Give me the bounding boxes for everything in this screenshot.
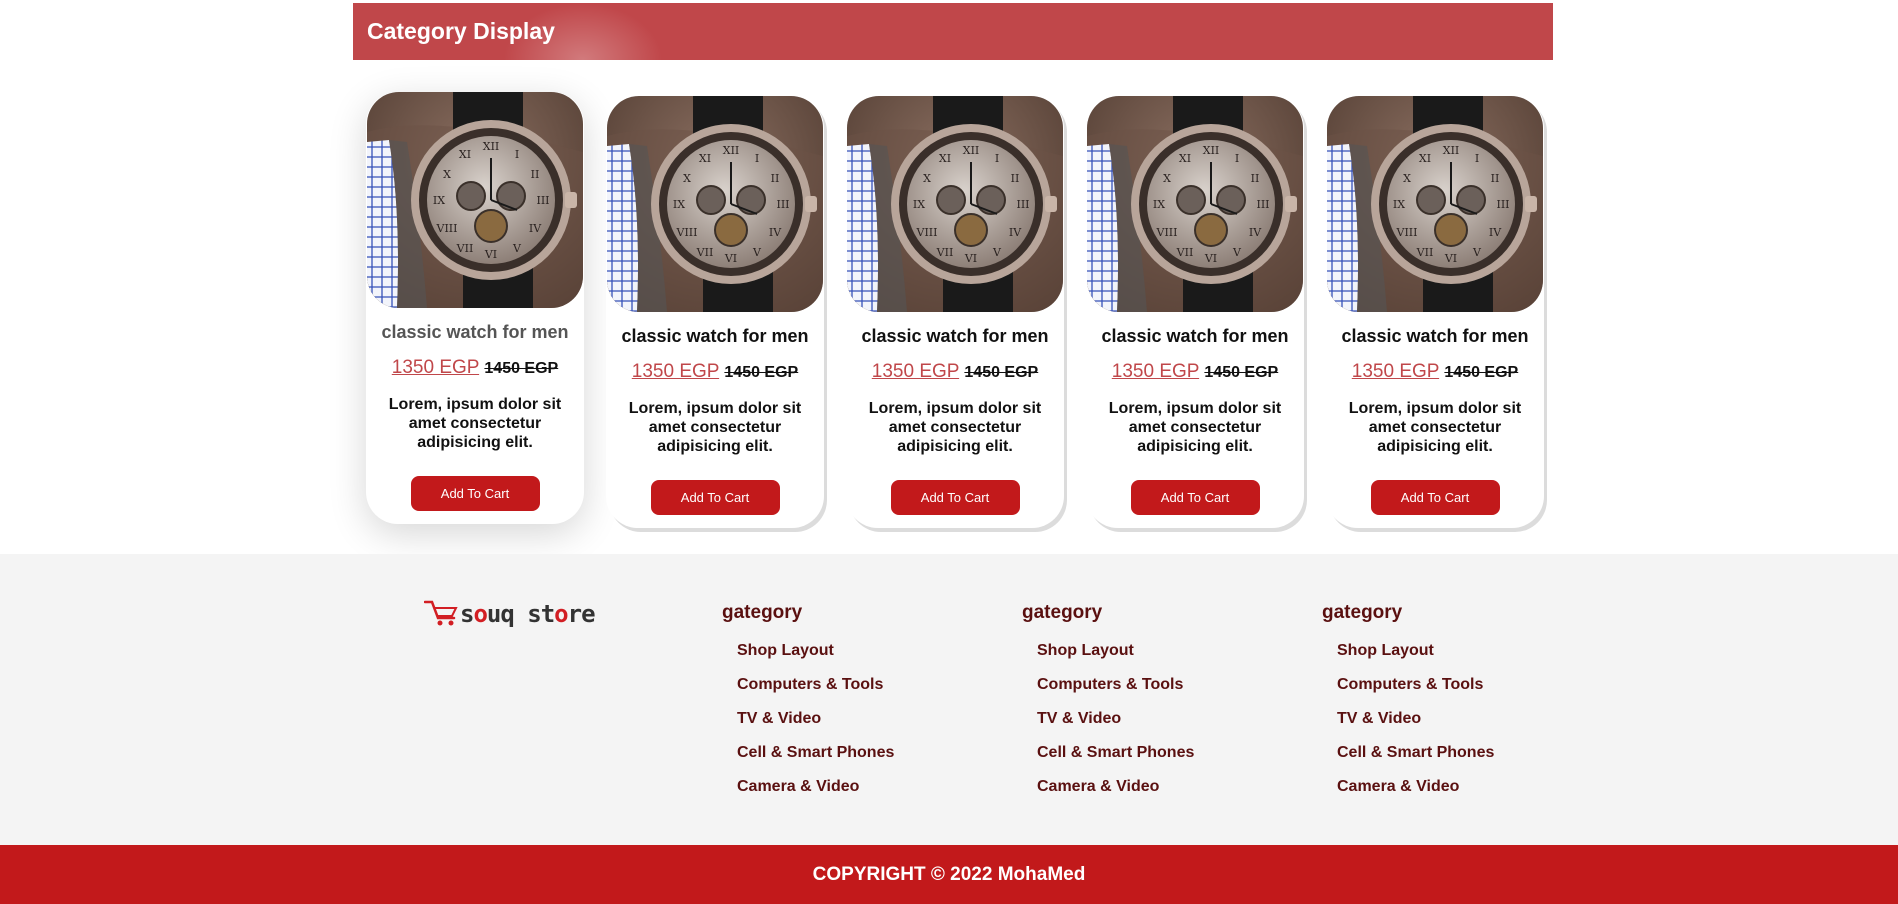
site-logo[interactable]: souq store: [424, 598, 596, 628]
product-card[interactable]: classic watch for men 1350 EGP 1450 EGP …: [846, 96, 1064, 528]
product-name: classic watch for men: [381, 322, 569, 342]
footer-column-heading: gategory: [722, 602, 803, 623]
product-old-price: 1450 EGP: [964, 364, 1039, 381]
price-row: 1350 EGP 1450 EGP: [366, 357, 584, 379]
product-price: 1350 EGP: [871, 361, 960, 382]
product-old-price: 1450 EGP: [1204, 364, 1279, 381]
copyright-bar: COPYRIGHT © 2022 MohaMed: [0, 845, 1898, 904]
shopping-cart-icon: [424, 600, 458, 626]
product-card[interactable]: classic watch for men 1350 EGP 1450 EGP …: [606, 96, 824, 528]
footer-link[interactable]: Cell & Smart Phones: [1337, 736, 1494, 770]
footer-column-heading: gategory: [1322, 602, 1403, 623]
logo-text: souq store: [460, 600, 596, 628]
footer-link-list: Shop Layout Computers & Tools TV & Video…: [1022, 634, 1194, 804]
page: Category Display classic watch for men 1…: [0, 0, 1898, 904]
product-price: 1350 EGP: [391, 357, 480, 378]
add-to-cart-button[interactable]: Add To Cart: [1130, 480, 1260, 515]
product-price: 1350 EGP: [631, 361, 720, 382]
product-image: [1087, 96, 1303, 312]
product-image: [1327, 96, 1543, 312]
product-card[interactable]: classic watch for men 1350 EGP 1450 EGP …: [366, 92, 584, 524]
footer-link[interactable]: Shop Layout: [737, 634, 894, 668]
category-header: Category Display: [353, 3, 1553, 60]
product-image: [847, 96, 1063, 312]
add-to-cart-button[interactable]: Add To Cart: [1370, 480, 1500, 515]
product-card[interactable]: classic watch for men 1350 EGP 1450 EGP …: [1326, 96, 1544, 528]
footer-link[interactable]: Camera & Video: [1337, 770, 1494, 804]
footer-link[interactable]: Computers & Tools: [1037, 668, 1194, 702]
product-description: Lorem, ipsum dolor sit amet consectetur …: [388, 396, 562, 451]
add-to-cart-button[interactable]: Add To Cart: [890, 480, 1020, 515]
add-to-cart-button[interactable]: Add To Cart: [650, 480, 780, 515]
footer-column-heading: gategory: [1022, 602, 1103, 623]
footer-column: gategory Shop Layout Computers & Tools T…: [722, 602, 894, 804]
product-price: 1350 EGP: [1111, 361, 1200, 382]
footer-column: gategory Shop Layout Computers & Tools T…: [1022, 602, 1194, 804]
footer-link[interactable]: Camera & Video: [1037, 770, 1194, 804]
product-image: [367, 92, 583, 308]
add-to-cart-button[interactable]: Add To Cart: [410, 476, 540, 511]
footer: souq store gategory Shop Layout Computer…: [0, 554, 1898, 845]
product-name: classic watch for men: [1101, 326, 1289, 346]
footer-link[interactable]: Cell & Smart Phones: [737, 736, 894, 770]
footer-link[interactable]: Shop Layout: [1337, 634, 1494, 668]
footer-link[interactable]: TV & Video: [1337, 702, 1494, 736]
copyright-text: COPYRIGHT © 2022 MohaMed: [812, 863, 1086, 885]
product-description: Lorem, ipsum dolor sit amet consectetur …: [1348, 400, 1522, 455]
product-card[interactable]: classic watch for men 1350 EGP 1450 EGP …: [1086, 96, 1304, 528]
price-row: 1350 EGP 1450 EGP: [1086, 361, 1304, 383]
footer-link[interactable]: Cell & Smart Phones: [1037, 736, 1194, 770]
price-row: 1350 EGP 1450 EGP: [846, 361, 1064, 383]
product-old-price: 1450 EGP: [1444, 364, 1519, 381]
product-name: classic watch for men: [621, 326, 809, 346]
product-price: 1350 EGP: [1351, 361, 1440, 382]
product-grid: classic watch for men 1350 EGP 1450 EGP …: [366, 92, 1546, 534]
product-old-price: 1450 EGP: [724, 364, 799, 381]
product-description: Lorem, ipsum dolor sit amet consectetur …: [628, 400, 802, 455]
footer-link[interactable]: Shop Layout: [1037, 634, 1194, 668]
footer-link[interactable]: TV & Video: [1037, 702, 1194, 736]
price-row: 1350 EGP 1450 EGP: [606, 361, 824, 383]
product-name: classic watch for men: [1341, 326, 1529, 346]
product-old-price: 1450 EGP: [484, 360, 559, 377]
product-description: Lorem, ipsum dolor sit amet consectetur …: [1108, 400, 1282, 455]
footer-link[interactable]: Computers & Tools: [737, 668, 894, 702]
footer-link-list: Shop Layout Computers & Tools TV & Video…: [1322, 634, 1494, 804]
footer-column: gategory Shop Layout Computers & Tools T…: [1322, 602, 1494, 804]
footer-link-list: Shop Layout Computers & Tools TV & Video…: [722, 634, 894, 804]
product-image: [607, 96, 823, 312]
footer-link[interactable]: Computers & Tools: [1337, 668, 1494, 702]
product-description: Lorem, ipsum dolor sit amet consectetur …: [868, 400, 1042, 455]
price-row: 1350 EGP 1450 EGP: [1326, 361, 1544, 383]
product-name: classic watch for men: [861, 326, 1049, 346]
footer-link[interactable]: Camera & Video: [737, 770, 894, 804]
footer-link[interactable]: TV & Video: [737, 702, 894, 736]
page-title: Category Display: [367, 18, 555, 44]
